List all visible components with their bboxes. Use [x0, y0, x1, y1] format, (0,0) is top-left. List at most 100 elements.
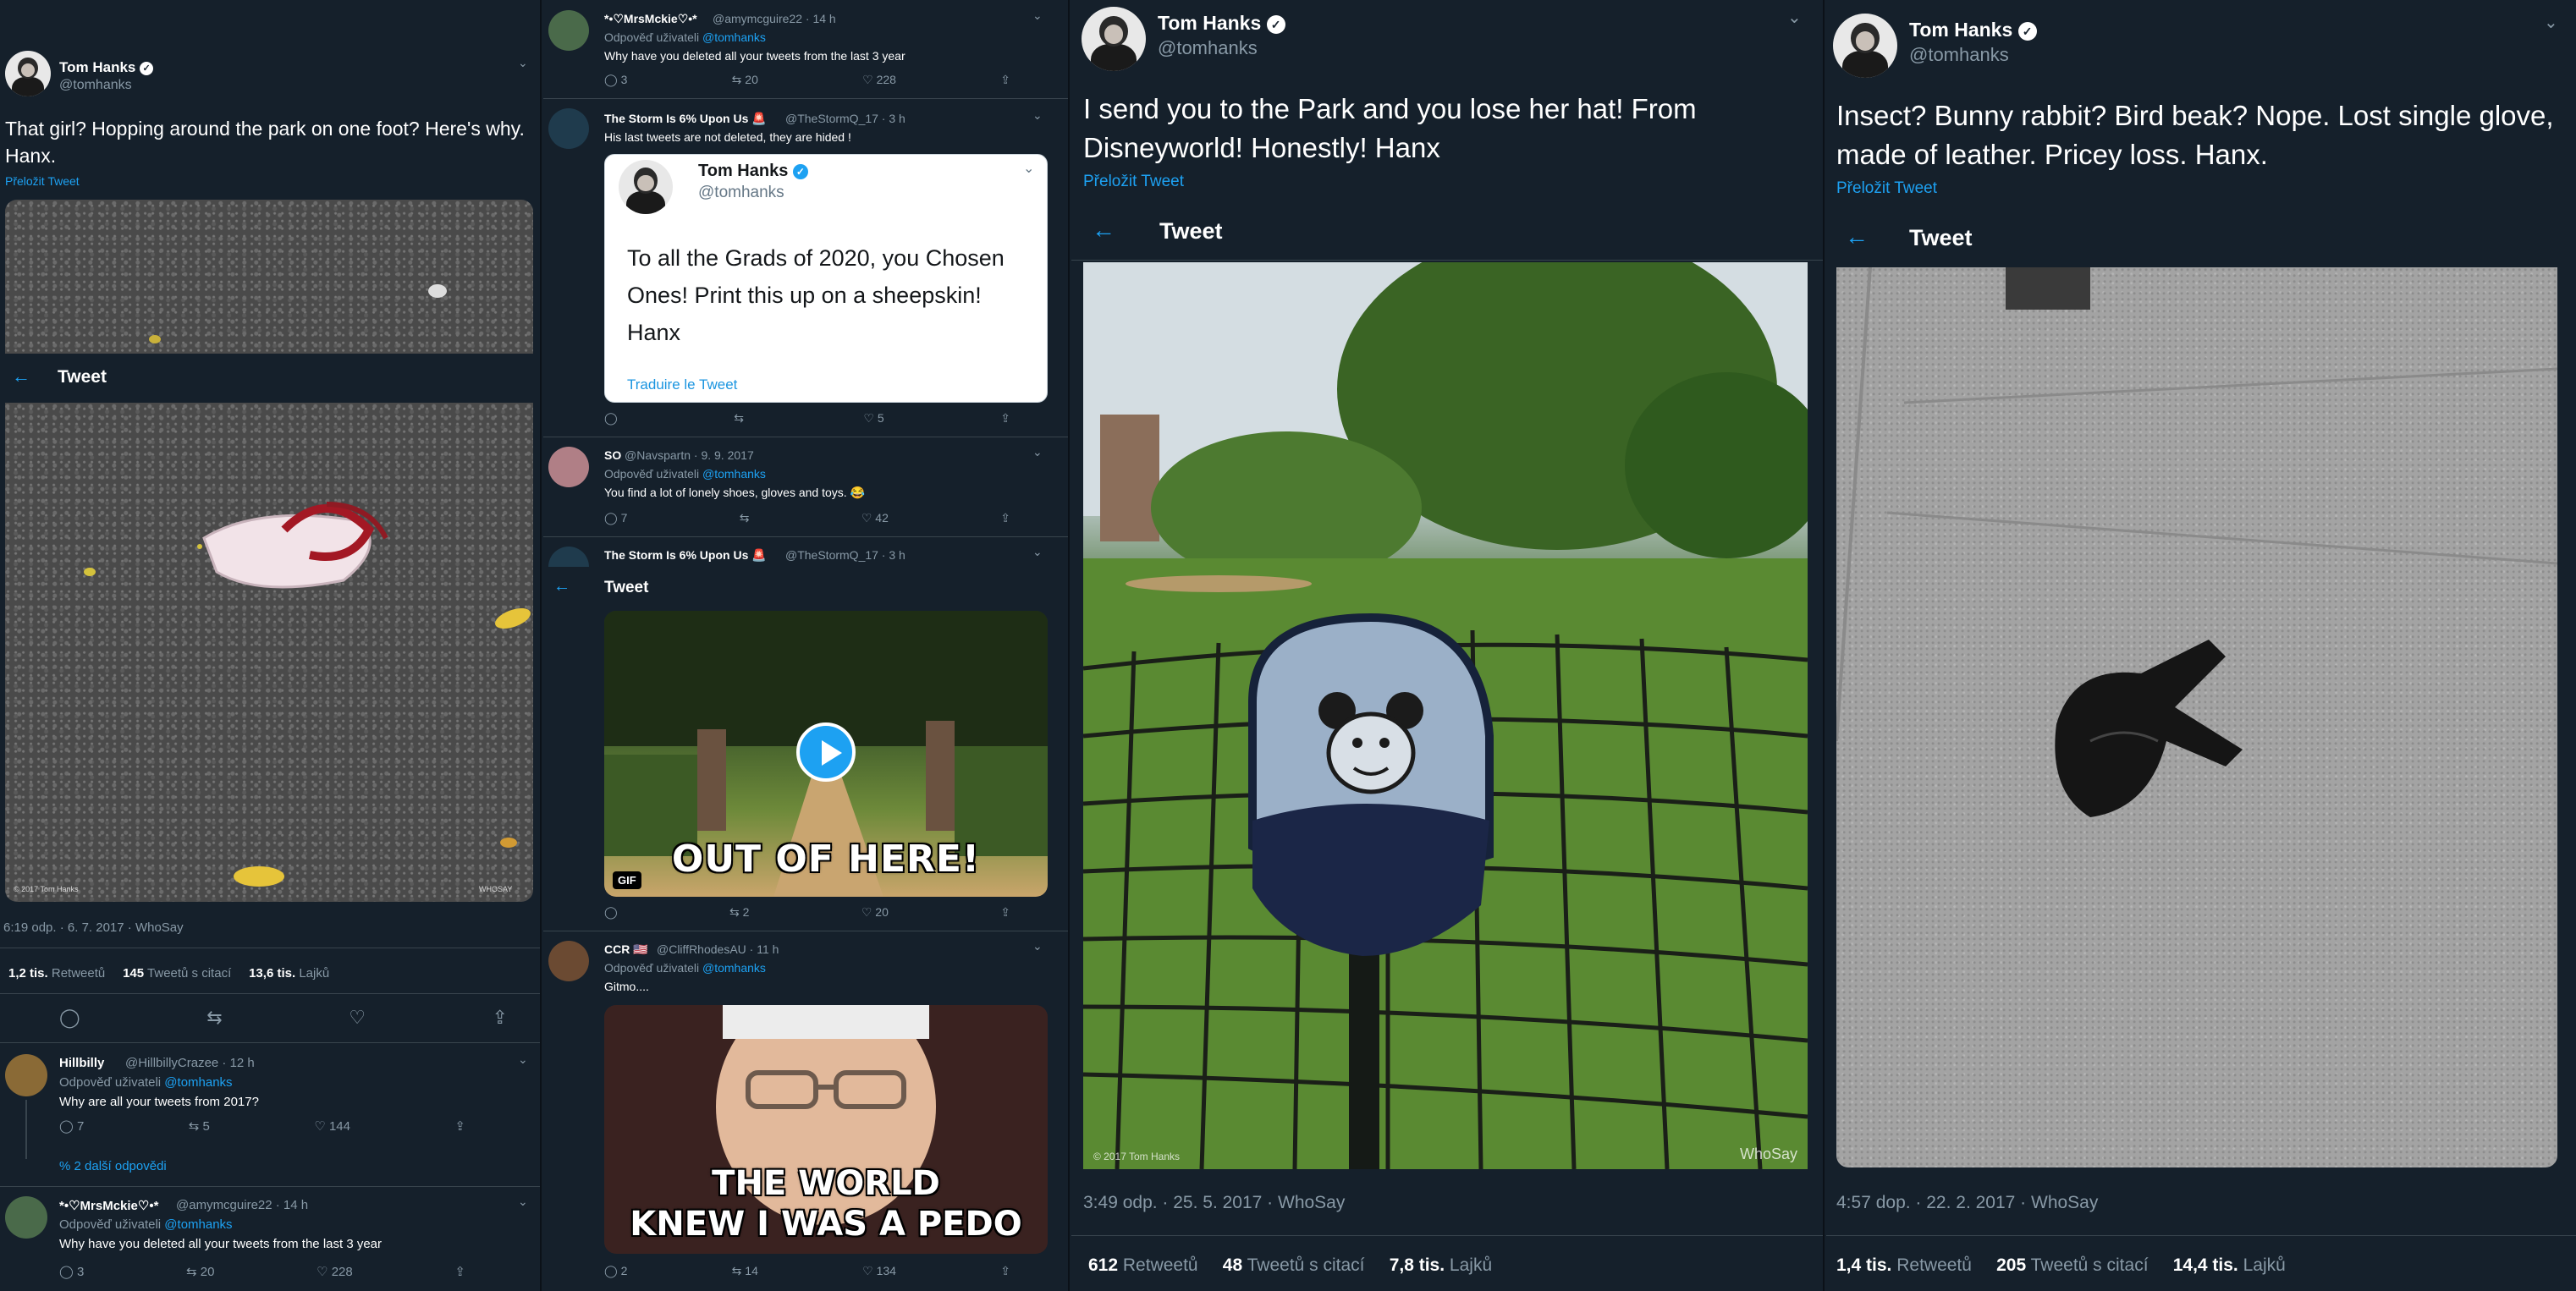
- share-icon[interactable]: ⇪: [1000, 511, 1010, 525]
- reply-icon[interactable]: ◯: [604, 411, 618, 426]
- translate-link[interactable]: Přeložit Tweet: [5, 174, 80, 188]
- reply-author-handle[interactable]: @amymcguire22 · 14 h: [176, 1198, 308, 1212]
- chevron-down-icon[interactable]: ⌄: [1032, 445, 1043, 459]
- back-arrow-icon[interactable]: ←: [1092, 217, 1115, 244]
- tweet-timestamp[interactable]: 3:49 odp. · 25. 5. 2017 · WhoSay: [1083, 1193, 1345, 1213]
- retweet-icon[interactable]: ⇆ 2: [729, 905, 749, 920]
- quotes-stat[interactable]: 205 Tweetů s citací: [1996, 1255, 2148, 1276]
- reply-author-handle[interactable]: @HillbillyCrazee · 12 h: [125, 1056, 255, 1070]
- tom-hanks-avatar[interactable]: [5, 51, 51, 96]
- likes-stat[interactable]: 7,8 tis. Lajků: [1390, 1255, 1492, 1276]
- reply-to-link[interactable]: @tomhanks: [164, 1075, 232, 1090]
- quoted-tweet-card[interactable]: Tom Hanks ✓ @tomhanks ⌄ To all the Grads…: [604, 154, 1048, 403]
- like-icon[interactable]: ♡ 20: [861, 905, 889, 920]
- reply-author-name[interactable]: SO: [604, 448, 621, 462]
- like-icon[interactable]: ♡ 144: [314, 1118, 350, 1134]
- reply-avatar[interactable]: [548, 10, 589, 51]
- back-arrow-icon[interactable]: ←: [1845, 223, 1869, 250]
- chevron-down-icon[interactable]: ⌄: [1032, 108, 1043, 123]
- back-arrow-icon[interactable]: ←: [553, 577, 570, 596]
- play-icon[interactable]: [796, 722, 856, 782]
- reply-author-name[interactable]: Hillbilly: [59, 1056, 104, 1070]
- quotes-stat[interactable]: 145 Tweetů s citací: [123, 966, 231, 981]
- share-icon[interactable]: ⇪: [454, 1264, 465, 1279]
- retweet-icon[interactable]: ⇆ 20: [732, 73, 758, 87]
- chevron-down-icon[interactable]: ⌄: [1032, 939, 1043, 953]
- back-arrow-icon[interactable]: ←: [12, 365, 30, 387]
- reply-icon[interactable]: ◯: [59, 1007, 80, 1029]
- gif-media[interactable]: GIF OUT OF HERE!: [604, 611, 1048, 897]
- tweet-timestamp[interactable]: 6:19 odp. · 6. 7. 2017 · WhoSay: [3, 920, 184, 935]
- chevron-down-icon[interactable]: ⌄: [518, 1195, 528, 1209]
- author-name[interactable]: Tom Hanks ✓: [1909, 19, 2037, 41]
- chevron-down-icon[interactable]: ⌄: [518, 1052, 528, 1067]
- retweets-stat[interactable]: 1,4 tis. Retweetů: [1836, 1255, 1972, 1276]
- retweet-icon[interactable]: ⇆: [734, 411, 747, 426]
- reply-author-handle[interactable]: @TheStormQ_17 · 3 h: [785, 548, 905, 562]
- like-icon[interactable]: ♡ 5: [863, 411, 883, 426]
- reply-avatar[interactable]: [548, 941, 589, 981]
- retweet-icon[interactable]: ⇆ 20: [186, 1264, 214, 1279]
- tom-hanks-avatar[interactable]: [1082, 7, 1146, 71]
- tweet-photo-top[interactable]: [5, 200, 533, 354]
- chevron-down-icon[interactable]: ⌄: [518, 56, 528, 70]
- reply-avatar[interactable]: [548, 108, 589, 149]
- reply-author-name[interactable]: *•♡MrsMckie♡•*: [604, 12, 697, 26]
- like-icon[interactable]: ♡ 134: [862, 1264, 896, 1278]
- share-icon[interactable]: ⇪: [1000, 411, 1010, 426]
- reply-to-link[interactable]: @tomhanks: [702, 30, 766, 44]
- retweets-stat[interactable]: 612 Retweetů: [1088, 1255, 1198, 1276]
- tweet-photo-hat[interactable]: © 2017 Tom Hanks WhoSay: [1083, 262, 1808, 1169]
- chevron-down-icon[interactable]: ⌄: [1787, 7, 1802, 28]
- reply-avatar[interactable]: [548, 447, 589, 487]
- reply-author-name[interactable]: The Storm Is 6% Upon Us 🚨: [604, 112, 767, 126]
- reply-icon[interactable]: ◯: [604, 905, 618, 920]
- share-icon[interactable]: ⇪: [1000, 905, 1010, 920]
- quotes-stat[interactable]: 48 Tweetů s citací: [1223, 1255, 1365, 1276]
- reply-icon[interactable]: ◯ 3: [604, 73, 627, 87]
- author-name[interactable]: Tom Hanks ✓: [59, 59, 154, 76]
- chevron-down-icon[interactable]: ⌄: [1023, 160, 1034, 177]
- translate-link[interactable]: Přeložit Tweet: [1836, 179, 1937, 198]
- like-icon[interactable]: ♡: [349, 1007, 366, 1029]
- retweet-icon[interactable]: ⇆ 14: [732, 1264, 758, 1278]
- quoted-translate-link[interactable]: Traduire le Tweet: [627, 376, 737, 393]
- reply-to-link[interactable]: @tomhanks: [164, 1217, 232, 1232]
- reply-avatar[interactable]: [5, 1054, 47, 1096]
- reply-icon[interactable]: ◯ 7: [59, 1118, 84, 1134]
- like-icon[interactable]: ♡ 228: [316, 1264, 353, 1279]
- reply-icon[interactable]: ◯ 3: [59, 1264, 84, 1279]
- reply-to-link[interactable]: @tomhanks: [702, 467, 766, 481]
- share-icon[interactable]: ⇪: [454, 1118, 465, 1134]
- like-icon[interactable]: ♡ 228: [862, 73, 896, 87]
- share-icon[interactable]: ⇪: [1000, 1264, 1010, 1278]
- tweet-photo-shoe[interactable]: © 2017 Tom Hanks WHOSAY: [5, 403, 533, 902]
- retweet-icon[interactable]: ⇆: [206, 1007, 222, 1029]
- reply-icon[interactable]: ◯ 7: [604, 511, 627, 525]
- likes-stat[interactable]: 13,6 tis. Lajků: [249, 966, 329, 981]
- tweet-timestamp[interactable]: 4:57 dop. · 22. 2. 2017 · WhoSay: [1836, 1193, 2098, 1213]
- reply-author-handle[interactable]: @TheStormQ_17 · 3 h: [785, 112, 905, 125]
- like-icon[interactable]: ♡ 42: [861, 511, 889, 525]
- retweet-icon[interactable]: ⇆ 5: [189, 1118, 210, 1134]
- chevron-down-icon[interactable]: ⌄: [2544, 12, 2558, 33]
- chevron-down-icon[interactable]: ⌄: [1032, 545, 1043, 559]
- reply-to-link[interactable]: @tomhanks: [702, 961, 766, 975]
- tweet-photo-glove[interactable]: [1836, 267, 2557, 1167]
- tom-hanks-avatar[interactable]: [1833, 14, 1897, 78]
- author-handle[interactable]: @tomhanks: [1909, 44, 2009, 66]
- reply-author-name[interactable]: *•♡MrsMckie♡•*: [59, 1198, 158, 1213]
- likes-stat[interactable]: 14,4 tis. Lajků: [2173, 1255, 2286, 1276]
- reply-author-handle[interactable]: @Navspartn · 9. 9. 2017: [625, 448, 754, 462]
- retweets-stat[interactable]: 1,2 tis. Retweetů: [8, 966, 105, 981]
- share-icon[interactable]: ⇪: [493, 1007, 508, 1029]
- reply-author-handle[interactable]: @amymcguire22 · 14 h: [713, 12, 836, 25]
- retweet-icon[interactable]: ⇆: [740, 511, 750, 525]
- reply-icon[interactable]: ◯ 2: [604, 1264, 627, 1278]
- share-icon[interactable]: ⇪: [1000, 73, 1010, 87]
- more-replies-link[interactable]: % 2 další odpovědi: [59, 1159, 167, 1173]
- author-name[interactable]: Tom Hanks ✓: [1158, 12, 1285, 35]
- reply-author-name[interactable]: The Storm Is 6% Upon Us 🚨: [604, 548, 767, 563]
- meme-media[interactable]: THE WORLD KNEW I WAS A PEDO: [604, 1005, 1048, 1254]
- author-handle[interactable]: @tomhanks: [59, 78, 132, 93]
